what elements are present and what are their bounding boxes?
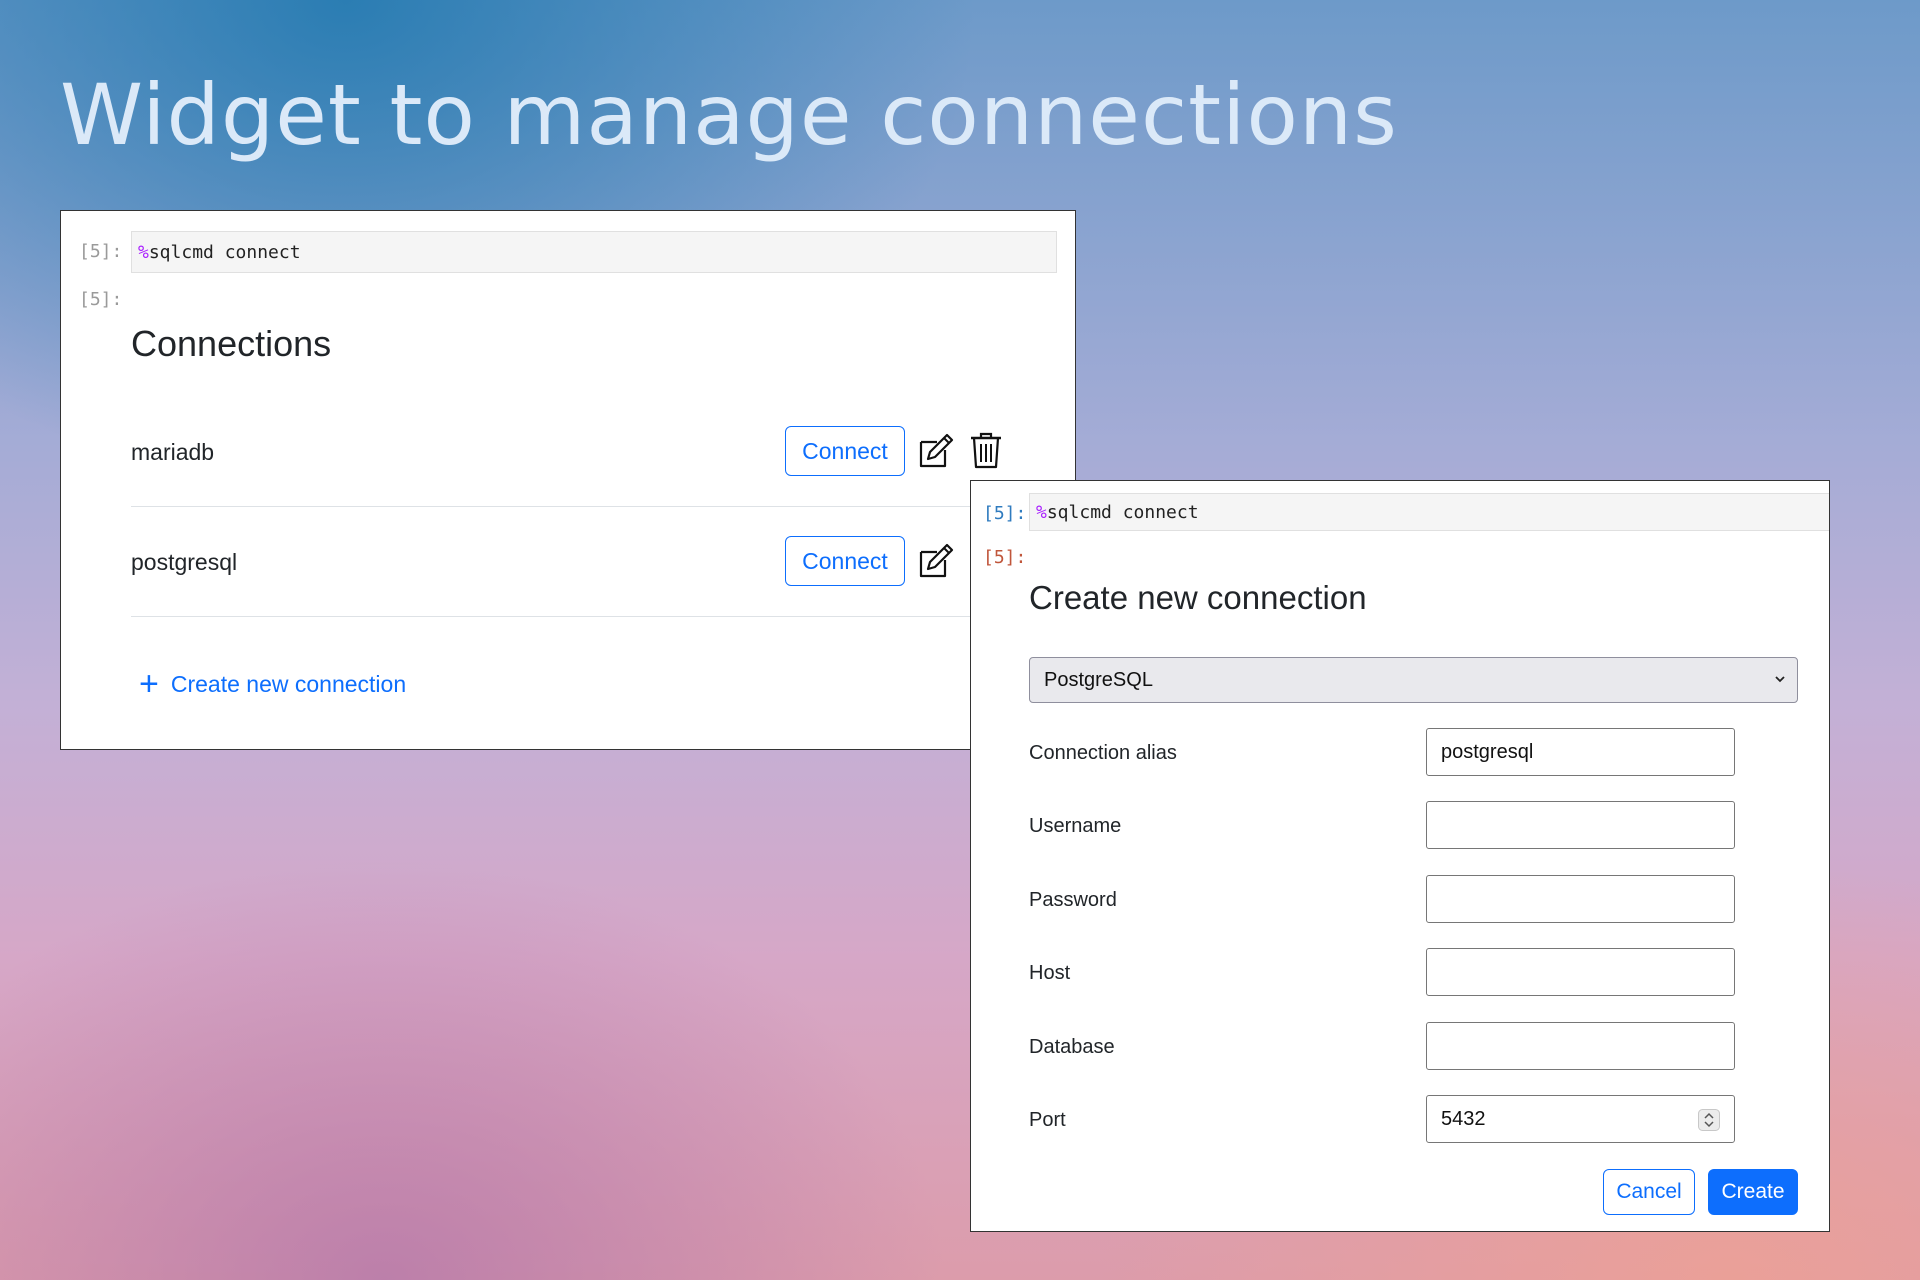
row-divider [131, 506, 1057, 507]
field-label-port: Port [1029, 1109, 1066, 1131]
output-prompt: [5]: [983, 547, 1027, 568]
host-input[interactable] [1426, 948, 1735, 996]
cancel-button[interactable]: Cancel [1603, 1169, 1695, 1215]
headline: Widget to manage connections [60, 66, 1398, 164]
code-text: sqlcmd connect [148, 241, 301, 263]
connection-alias-input[interactable] [1426, 728, 1735, 776]
row-divider [131, 616, 1057, 617]
code-text: sqlcmd connect [1046, 501, 1199, 523]
edit-icon[interactable] [917, 432, 955, 470]
field-label-host: Host [1029, 962, 1071, 984]
field-label-username: Username [1029, 815, 1122, 837]
create-connection-title: Create new connection [1029, 579, 1367, 616]
code-cell[interactable]: % sqlcmd connect [131, 231, 1057, 273]
chevron-down-icon [1775, 676, 1785, 683]
connection-name: mariadb [131, 439, 215, 465]
trash-icon[interactable] [969, 430, 1003, 470]
stepper-icon[interactable] [1698, 1109, 1720, 1131]
connection-name: postgresql [131, 549, 238, 575]
magic-symbol: % [1036, 501, 1047, 523]
connect-button-mariadb[interactable]: Connect [785, 426, 905, 476]
field-label-connection-alias: Connection alias [1029, 742, 1177, 764]
create-connection-panel: [5]: % sqlcmd connect [5]: Create new con… [970, 480, 1830, 1232]
plus-icon: + [139, 665, 159, 703]
username-input[interactable] [1426, 801, 1735, 849]
code-cell[interactable]: % sqlcmd connect [1029, 493, 1829, 531]
connections-title: Connections [131, 323, 332, 364]
database-input[interactable] [1426, 1022, 1735, 1070]
connections-widget-panel: [5]: % sqlcmd connect [5]: Connections ma… [60, 210, 1076, 750]
connect-button-postgresql[interactable]: Connect [785, 536, 905, 586]
field-label-password: Password [1029, 889, 1117, 911]
input-prompt: [5]: [79, 241, 123, 262]
magic-symbol: % [138, 241, 149, 263]
create-button[interactable]: Create [1708, 1169, 1798, 1215]
output-prompt: [5]: [79, 289, 123, 310]
field-label-database: Database [1029, 1036, 1115, 1058]
input-prompt: [5]: [983, 503, 1027, 524]
password-input[interactable] [1426, 875, 1735, 923]
db-type-value: PostgreSQL [1044, 668, 1153, 691]
create-new-connection-label: Create new connection [170, 670, 407, 697]
edit-icon[interactable] [917, 542, 955, 580]
create-new-connection-link[interactable]: + Create new connection [139, 667, 406, 701]
db-type-select[interactable]: PostgreSQL [1029, 657, 1798, 703]
port-input[interactable] [1426, 1095, 1735, 1143]
